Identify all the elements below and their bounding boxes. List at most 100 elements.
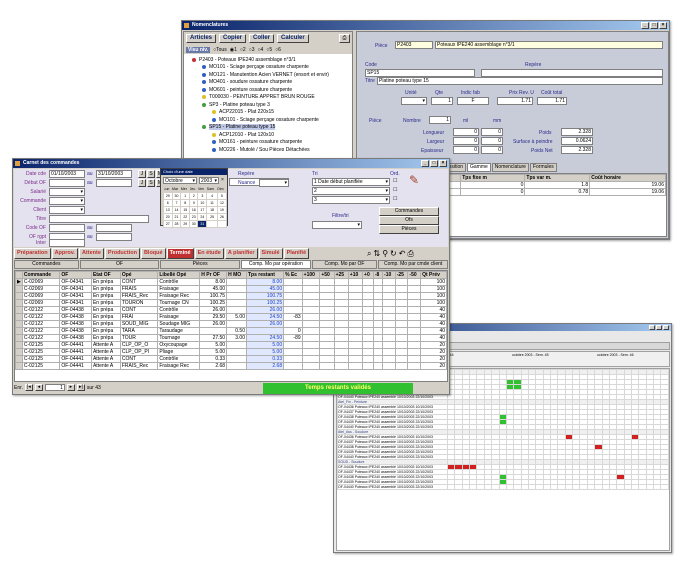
tree-node[interactable]: SP3 - Platine poteau type 3: [188, 101, 350, 109]
table-row[interactable]: C-02125 OF-04441 Attente A FRAIS_Rec Fraisag…: [15, 362, 447, 370]
column-header[interactable]: % Ec: [283, 271, 303, 279]
calendar-day[interactable]: 22: [180, 213, 191, 221]
calendar-day[interactable]: 11: [206, 199, 218, 207]
prix-rev-field[interactable]: 1.71: [497, 97, 533, 105]
date-to-field[interactable]: 31/10/2003: [96, 170, 132, 178]
view-option-1[interactable]: ◉1: [230, 47, 237, 53]
repere-field[interactable]: [481, 69, 663, 77]
row-selector[interactable]: [15, 348, 23, 356]
nombre-field[interactable]: 1: [429, 116, 451, 124]
calendar-day[interactable]: 13: [163, 206, 173, 214]
poids-field[interactable]: 2.328: [561, 128, 593, 136]
row-selector[interactable]: [15, 306, 23, 314]
largeur-mm-field[interactable]: 0: [481, 137, 503, 145]
calendar-day[interactable]: 4: [206, 192, 218, 200]
row-selector[interactable]: [15, 320, 23, 328]
calendar-day[interactable]: 2: [189, 192, 199, 200]
column-header[interactable]: Opé: [119, 271, 159, 279]
titre-field[interactable]: [49, 215, 149, 223]
column-header[interactable]: Libellé Opé: [157, 271, 201, 279]
pieces-button[interactable]: Pièces: [379, 225, 439, 234]
commandes-button[interactable]: Commandes: [379, 207, 439, 216]
column-header[interactable]: +50: [319, 271, 335, 279]
client-field[interactable]: ▾: [49, 206, 85, 214]
longueur-ml-field[interactable]: 0: [453, 128, 479, 136]
ofs-button[interactable]: Ofs: [379, 216, 439, 225]
table-row[interactable]: C-02125 OF-04441 Attente A CLP_OP_O Oxycoupa…: [15, 341, 447, 349]
inter-field[interactable]: [49, 239, 85, 247]
calendar-day[interactable]: 18: [206, 206, 218, 214]
row-selector[interactable]: [15, 334, 23, 342]
ord-checkbox-2[interactable]: ☐: [393, 187, 397, 193]
column-header[interactable]: Commande: [21, 271, 61, 279]
calendar-day[interactable]: 25: [206, 213, 218, 221]
calendar-day[interactable]: 7: [171, 199, 182, 207]
indic-fab-field[interactable]: F: [457, 97, 489, 105]
calendar-day[interactable]: 10: [197, 199, 208, 207]
epaisseur-ml-field[interactable]: 0: [453, 146, 479, 154]
titre-field[interactable]: Platine poteau type 15: [377, 77, 663, 85]
calendar-day[interactable]: 3: [197, 192, 208, 200]
calendar-day[interactable]: 15: [180, 206, 191, 214]
view-option-2[interactable]: ○2: [240, 47, 246, 53]
next-record-button[interactable]: ▸: [66, 384, 75, 391]
sub-tab[interactable]: Commandes: [14, 260, 79, 269]
piece-code-field[interactable]: P2403: [395, 41, 433, 49]
calendar-day[interactable]: 14: [171, 206, 182, 214]
code-of-field[interactable]: [49, 224, 85, 232]
ord-checkbox-3[interactable]: ☐: [393, 196, 397, 202]
table-row[interactable]: C-02069 OF-04341 En prépa FRAIS Fraisage 45.0…: [15, 285, 447, 293]
tree-node[interactable]: MO101 - Sciage perçage ossature charpent…: [188, 64, 350, 72]
sub-tab[interactable]: Comp. Mo par opération: [240, 260, 311, 269]
status-button[interactable]: Attente: [78, 248, 104, 259]
view-option-5[interactable]: ○5: [266, 47, 272, 53]
calendar-day[interactable]: 19: [216, 206, 228, 214]
status-button[interactable]: Préparation: [14, 248, 51, 259]
calendar-day[interactable]: 24: [197, 213, 208, 221]
tree-node[interactable]: MO401 - soudure ossature charpente: [188, 79, 350, 87]
row-selector[interactable]: [15, 285, 23, 293]
poids-net-field[interactable]: 2.328: [561, 146, 593, 154]
code-field[interactable]: SP15: [365, 69, 475, 77]
epaisseur-mm-field[interactable]: 0: [481, 146, 503, 154]
close-button[interactable]: ×: [659, 22, 667, 29]
calculate-menu[interactable]: Calculer: [277, 34, 309, 43]
status-button[interactable]: Terminé: [166, 248, 194, 259]
column-header[interactable]: H MO: [226, 271, 247, 279]
sub-tab[interactable]: Comp. Mo par OF: [311, 260, 378, 269]
period-s-button-2[interactable]: S: [147, 179, 155, 187]
row-selector[interactable]: [15, 313, 23, 321]
sub-tab[interactable]: OF: [79, 260, 160, 269]
column-header[interactable]: +25: [333, 271, 349, 279]
maximize-button[interactable]: [656, 325, 662, 330]
status-button[interactable]: Approv.: [51, 248, 78, 259]
salarie-field[interactable]: ▾: [49, 188, 85, 196]
prev-record-button[interactable]: ◂: [34, 384, 43, 391]
calendar-day[interactable]: 29: [180, 220, 191, 228]
maximize-button[interactable]: □: [650, 22, 658, 29]
calendar-day[interactable]: [206, 220, 218, 228]
calendar-day[interactable]: 27: [163, 220, 173, 228]
filter-icon[interactable]: ⚲: [382, 249, 388, 259]
minimize-button[interactable]: _: [421, 160, 429, 167]
column-header[interactable]: -25: [394, 271, 409, 279]
printer-icon[interactable]: ⎙: [407, 249, 413, 259]
detail-tab[interactable]: Gamme: [467, 163, 491, 172]
largeur-ml-field[interactable]: 0: [453, 137, 479, 145]
column-header[interactable]: Qt Prév: [420, 271, 447, 279]
debut-of-to-field[interactable]: [96, 179, 132, 187]
date-from-field[interactable]: 01/10/2003: [49, 170, 85, 178]
nomenclature-titlebar[interactable]: Nomenclatures _ □ ×: [182, 21, 669, 30]
column-header[interactable]: Tps restant: [245, 271, 285, 279]
column-header[interactable]: -50: [407, 271, 422, 279]
tri-field-3[interactable]: 3 ▾: [312, 196, 390, 204]
calendar-month-select[interactable]: Octobre ▾: [163, 177, 197, 184]
table-row[interactable]: C-02122 OF-04438 En prépa SOUD_MIG Soudage M…: [15, 320, 447, 328]
status-button[interactable]: A planifier: [224, 248, 258, 259]
column-header[interactable]: Etat OF: [90, 271, 121, 279]
ord-checkbox-1[interactable]: ☐: [393, 178, 397, 184]
period-j-button[interactable]: J: [138, 170, 146, 178]
period-s-button[interactable]: S: [147, 170, 155, 178]
calendar-day[interactable]: 16: [189, 206, 199, 214]
calendar-day[interactable]: 28: [171, 220, 182, 228]
